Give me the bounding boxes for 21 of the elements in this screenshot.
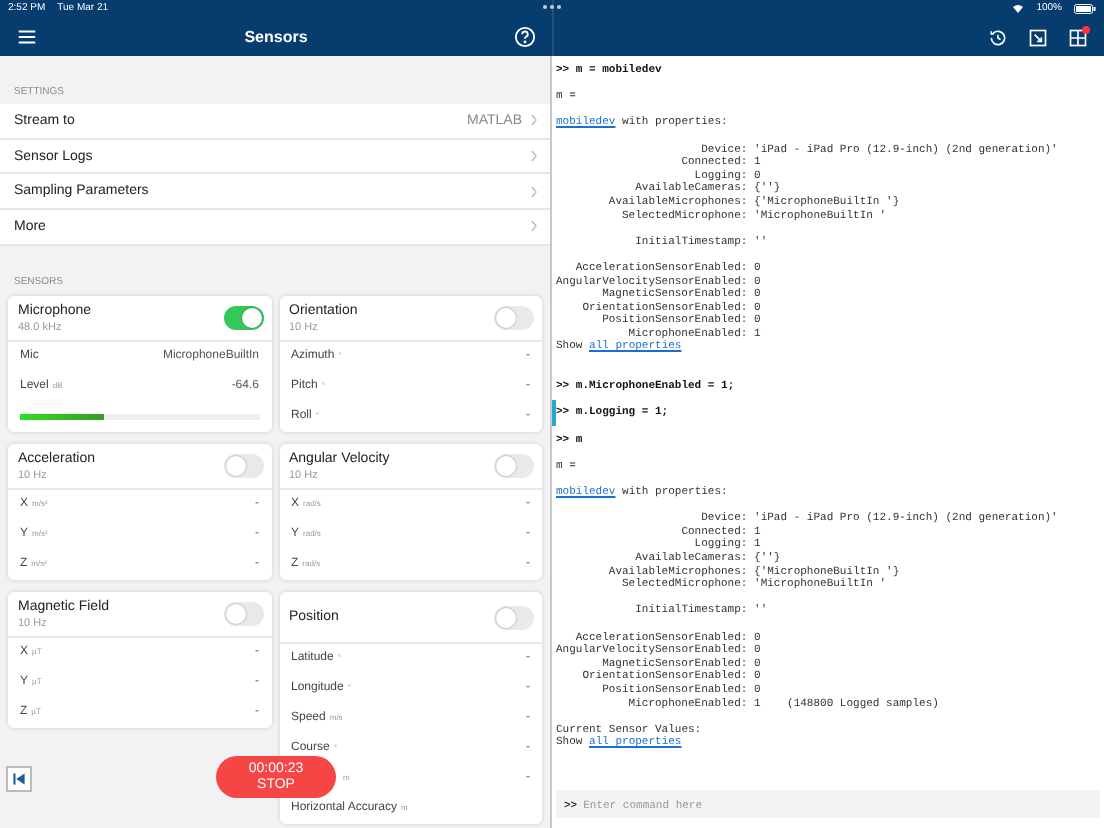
sensor-toggle[interactable] xyxy=(223,602,263,627)
history-icon[interactable] xyxy=(988,27,1008,47)
resize-window-icon[interactable] xyxy=(1028,27,1048,47)
sensor-toggle[interactable] xyxy=(494,454,534,479)
sensor-toggle[interactable] xyxy=(494,306,534,331)
chevron-icon xyxy=(530,150,538,163)
grid-icon[interactable] xyxy=(1068,27,1088,47)
chevron-icon xyxy=(530,185,538,198)
help-icon[interactable] xyxy=(513,26,536,48)
chevron-icon xyxy=(530,114,538,127)
menu-icon[interactable] xyxy=(16,26,38,48)
collapse-button[interactable] xyxy=(6,766,32,792)
multitasking-dots-icon[interactable] xyxy=(542,4,562,10)
pane-title: Sensors xyxy=(244,28,308,46)
chevron-icon xyxy=(530,220,538,233)
skip-back-icon xyxy=(12,772,26,786)
battery-icon xyxy=(1074,3,1096,13)
sensor-toggle[interactable] xyxy=(494,605,534,630)
sensor-toggle[interactable] xyxy=(223,454,263,479)
sensor-toggle[interactable] xyxy=(223,306,263,331)
wifi-icon xyxy=(1012,3,1025,13)
